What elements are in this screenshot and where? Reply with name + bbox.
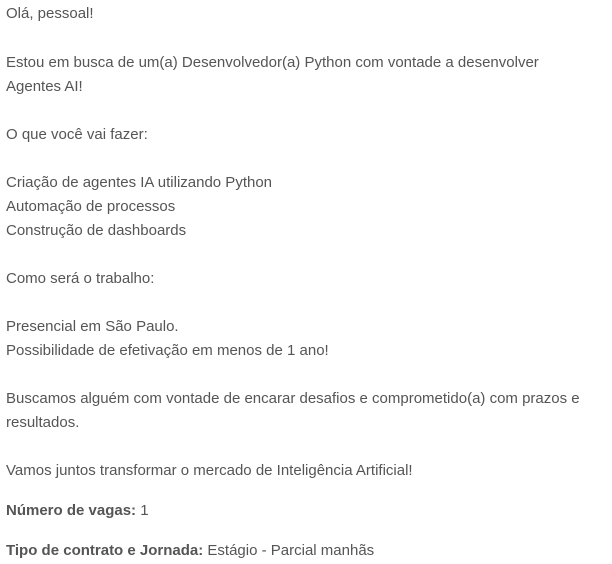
task-item: Criação de agentes IA utilizando Python — [6, 174, 273, 191]
greeting-text: Olá, pessoal! — [6, 5, 94, 22]
vacancies-value: 1 — [140, 502, 149, 519]
contract-label: Tipo de contrato e Jornada: — [6, 542, 204, 559]
vacancies-label: Número de vagas: — [6, 502, 137, 519]
contract-value: Estágio - Parcial manhãs — [207, 542, 375, 559]
contract-row: Tipo de contrato e Jornada: Estágio - Pa… — [6, 539, 374, 563]
what-you-will-do-heading: O que você vai fazer: — [6, 126, 148, 143]
vacancies-row: Número de vagas: 1 — [6, 499, 149, 523]
task-item: Automação de processos — [6, 198, 176, 215]
closing-text: Vamos juntos transformar o mercado de In… — [6, 462, 413, 479]
intro-text: Estou em busca de um(a) Desenvolvedor(a)… — [6, 54, 539, 95]
task-item: Construção de dashboards — [6, 222, 187, 239]
work-item: Presencial em São Paulo. — [6, 318, 179, 335]
work-item: Possibilidade de efetivação em menos de … — [6, 342, 329, 359]
job-post-body: Olá, pessoal! Estou em busca de um(a) De… — [0, 0, 612, 564]
how-work-heading: Como será o trabalho: — [6, 270, 155, 287]
seeking-text: Buscamos alguém com vontade de encarar d… — [6, 390, 580, 431]
